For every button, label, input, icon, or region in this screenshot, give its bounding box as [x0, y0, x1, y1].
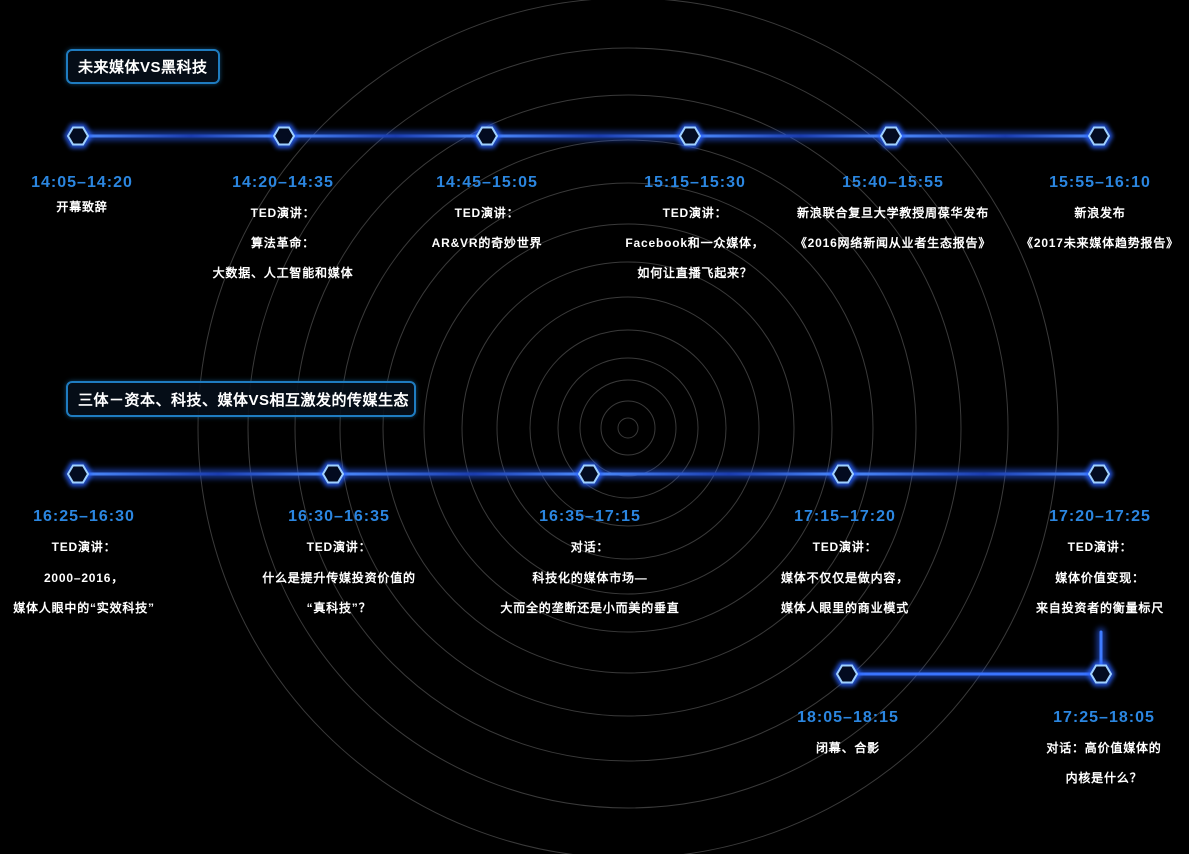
timeline-node — [829, 462, 857, 486]
timeline-node — [319, 462, 347, 486]
agenda-description: TED演讲： 2000–2016， 媒体人眼中的“实效科技” — [13, 532, 155, 624]
concentric-rings — [197, 0, 1059, 854]
agenda-description-line: 算法革命： — [250, 236, 315, 250]
section-title-box-1: 未来媒体VS黑科技 — [66, 49, 220, 84]
ring — [529, 329, 727, 527]
agenda-description-line: 新浪联合复旦大学教授周葆华发布 — [796, 206, 990, 220]
agenda-description-line: TED演讲： — [662, 206, 728, 220]
timeline-row-3 — [833, 627, 1115, 686]
agenda-item: 16:35–17:15 对话： 科技化的媒体市场— 大而全的垄断还是小而美的垂直 — [500, 508, 679, 624]
timeline-node — [833, 662, 861, 686]
agenda-description-line: AR&VR的奇妙世界 — [431, 236, 543, 250]
section-title: 未来媒体VS黑科技 — [78, 59, 208, 76]
agenda-time: 14:20–14:35 — [232, 174, 334, 191]
agenda-description-line: 2000–2016， — [43, 570, 125, 585]
agenda-description-line: 媒体人眼里的商业模式 — [780, 601, 910, 615]
agenda-description-line: 媒体人眼中的“实效科技” — [13, 601, 155, 615]
timeline-row-2 — [64, 462, 1113, 486]
agenda-description: 对话：高价值媒体的 内核是什么？ — [1046, 733, 1161, 793]
agenda-time: 14:05–14:20 — [31, 174, 133, 191]
agenda-description-line: TED演讲： — [306, 540, 372, 554]
agenda-description: 闭幕、合影 — [797, 733, 899, 763]
ring — [579, 379, 677, 477]
agenda-description-line: 大而全的垄断还是小而美的垂直 — [500, 601, 680, 615]
timeline-node — [575, 462, 603, 486]
ring — [600, 400, 656, 456]
timeline-node — [64, 124, 92, 148]
agenda-description-line: 开幕致辞 — [56, 200, 108, 214]
agenda-item: 16:25–16:30 TED演讲： 2000–2016， 媒体人眼中的“实效科… — [13, 508, 155, 624]
agenda-description-line: TED演讲： — [454, 206, 520, 220]
agenda-description: 开幕致辞 — [31, 192, 133, 222]
agenda-item: 14:45–15:05 TED演讲： AR&VR的奇妙世界 — [432, 174, 543, 258]
agenda-description: 新浪联合复旦大学教授周葆华发布 《2016网络新闻从业者生态报告》 — [795, 198, 991, 258]
ring — [247, 47, 1009, 809]
agenda-description-line: 内核是什么？ — [1065, 771, 1143, 785]
agenda-description-line: 闭幕、合影 — [815, 741, 880, 755]
agenda-time: 16:30–16:35 — [288, 508, 390, 525]
agenda-description: TED演讲： Facebook和一众媒体， 如何让直播飞起来？ — [625, 198, 764, 288]
timeline-node — [270, 124, 298, 148]
agenda-description-line: TED演讲： — [1067, 540, 1133, 554]
agenda-time: 16:25–16:30 — [33, 508, 135, 525]
agenda-time: 15:15–15:30 — [644, 174, 746, 191]
timeline-node — [473, 124, 501, 148]
section-title-box-2: 三体－资本、科技、媒体VS相互激发的传媒生态 — [66, 381, 416, 417]
agenda-item: 15:15–15:30 TED演讲： Facebook和一众媒体， 如何让直播飞… — [625, 174, 764, 288]
agenda-description-line: TED演讲： — [51, 540, 117, 554]
agenda-description: TED演讲： 什么是提升传媒投资价值的 “真科技”？ — [262, 532, 416, 624]
agenda-description: TED演讲： 算法革命： 大数据、人工智能和媒体 — [213, 198, 354, 288]
agenda-description-line: 《2016网络新闻从业者生态报告》 — [794, 236, 992, 250]
agenda-description-line: 对话： — [570, 540, 610, 554]
agenda-description: 对话： 科技化的媒体市场— 大而全的垄断还是小而美的垂直 — [500, 532, 679, 624]
section-title: 三体－资本、科技、媒体VS相互激发的传媒生态 — [78, 391, 410, 409]
agenda-item: 17:20–17:25 TED演讲： 媒体价值变现： 来自投资者的衡量标尺 — [1036, 508, 1164, 624]
background-graphics — [64, 0, 1115, 854]
agenda-description: 新浪发布 《2017未来媒体趋势报告》 — [1021, 198, 1179, 258]
agenda-time: 16:35–17:15 — [539, 508, 641, 525]
agenda-description-line: 《2017未来媒体趋势报告》 — [1021, 236, 1179, 250]
timeline-node — [1085, 124, 1113, 148]
agenda-item: 15:40–15:55 新浪联合复旦大学教授周葆华发布 《2016网络新闻从业者… — [795, 174, 991, 258]
timeline-node — [64, 462, 92, 486]
agenda-description-line: 大数据、人工智能和媒体 — [212, 266, 354, 280]
agenda-time: 14:45–15:05 — [436, 174, 538, 191]
agenda-description-line: “真科技”？ — [306, 601, 372, 615]
agenda-time: 17:15–17:20 — [794, 508, 896, 525]
agenda-time: 17:25–18:05 — [1053, 709, 1155, 726]
ring — [197, 0, 1059, 854]
agenda-description: TED演讲： AR&VR的奇妙世界 — [432, 198, 543, 258]
agenda-item: 14:05–14:20 开幕致辞 — [31, 174, 133, 222]
timeline-node — [877, 124, 905, 148]
agenda-description-line: TED演讲： — [812, 540, 878, 554]
agenda-description-line: 如何让直播飞起来？ — [637, 266, 753, 280]
agenda-description-line: Facebook和一众媒体， — [625, 236, 765, 250]
agenda-time: 15:55–16:10 — [1049, 174, 1151, 191]
agenda-description-line: 什么是提升传媒投资价值的 — [262, 570, 416, 585]
ring — [617, 417, 639, 439]
agenda-item: 18:05–18:15 闭幕、合影 — [797, 709, 899, 763]
agenda-time: 17:20–17:25 — [1049, 508, 1151, 525]
agenda-time: 15:40–15:55 — [842, 174, 944, 191]
agenda-time: 18:05–18:15 — [797, 709, 899, 726]
agenda-description-line: 媒体不仅仅是做内容， — [780, 570, 910, 585]
timeline-node — [676, 124, 704, 148]
agenda-item: 17:15–17:20 TED演讲： 媒体不仅仅是做内容， 媒体人眼里的商业模式 — [781, 508, 909, 624]
agenda-item: 17:25–18:05 对话：高价值媒体的 内核是什么？ — [1046, 709, 1161, 793]
agenda-item: 16:30–16:35 TED演讲： 什么是提升传媒投资价值的 “真科技”？ — [262, 508, 416, 624]
agenda-description-line: TED演讲： — [250, 206, 316, 220]
agenda-description-line: 来自投资者的衡量标尺 — [1035, 601, 1165, 615]
agenda-description: TED演讲： 媒体价值变现： 来自投资者的衡量标尺 — [1036, 532, 1164, 624]
timeline-node — [1085, 462, 1113, 486]
agenda-infographic: 未来媒体VS黑科技 14:05–14:20 开幕致辞 14:20–14:35 T… — [0, 0, 1189, 854]
agenda-description-line: 新浪发布 — [1074, 206, 1126, 220]
agenda-description: TED演讲： 媒体不仅仅是做内容， 媒体人眼里的商业模式 — [781, 532, 909, 624]
timeline-node — [1087, 662, 1115, 686]
agenda-description-line: 媒体价值变现： — [1055, 570, 1145, 585]
agenda-item: 15:55–16:10 新浪发布 《2017未来媒体趋势报告》 — [1021, 174, 1179, 258]
agenda-description-line: 科技化的媒体市场— — [532, 570, 648, 585]
agenda-item: 14:20–14:35 TED演讲： 算法革命： 大数据、人工智能和媒体 — [213, 174, 354, 288]
agenda-description-line: 对话：高价值媒体的 — [1046, 741, 1162, 755]
